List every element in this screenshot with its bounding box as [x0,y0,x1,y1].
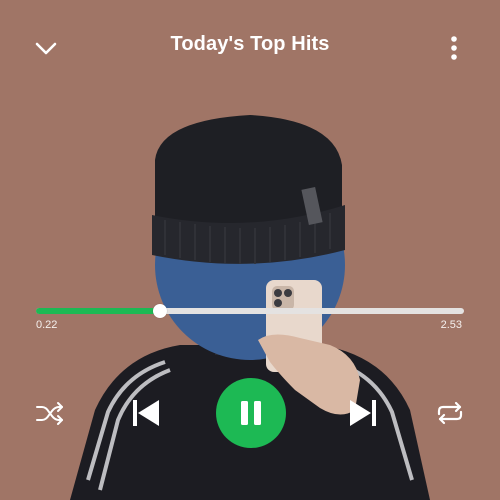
more-vertical-icon [451,36,457,60]
repeat-icon [437,401,463,425]
shuffle-icon [36,402,63,425]
skip-previous-icon [133,400,159,426]
chevron-down-icon [35,42,57,55]
progress-fill [36,308,161,314]
pause-icon [241,401,261,425]
playlist-title: Today's Top Hits [170,33,330,55]
elapsed-time: 0.22 [36,319,58,331]
player-header: Today's Top Hits [0,0,500,90]
playback-controls [0,378,500,448]
total-time: 2.53 [440,319,462,331]
play-pause-button[interactable] [216,378,286,448]
next-button[interactable] [343,393,383,433]
shuffle-button[interactable] [32,395,68,431]
more-options-button[interactable] [438,28,470,68]
progress-knob[interactable] [153,304,168,318]
repeat-button[interactable] [432,395,468,431]
player-screen: Today's Top Hits 0.22 2.53 [0,0,500,500]
skip-next-icon [350,400,376,426]
collapse-button[interactable] [28,30,64,66]
progress-track [36,308,464,314]
previous-button[interactable] [126,393,166,433]
